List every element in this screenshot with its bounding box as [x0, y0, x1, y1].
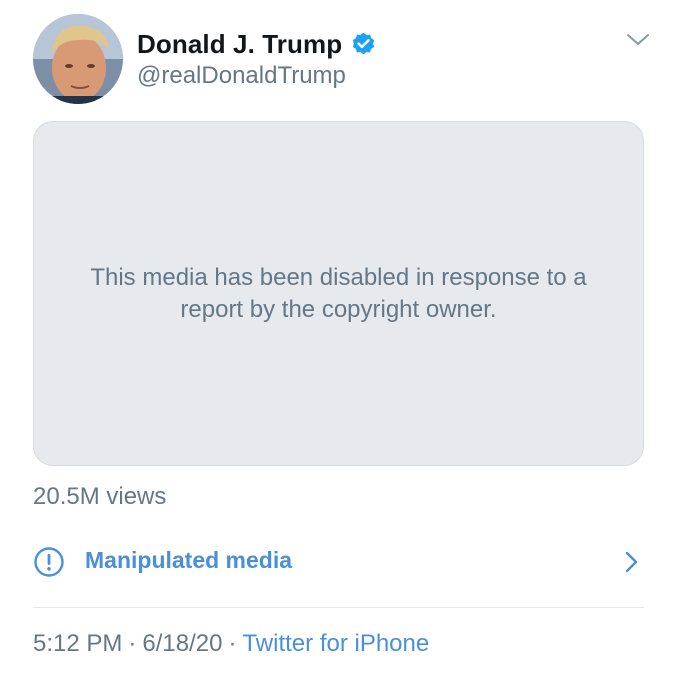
avatar[interactable] — [33, 14, 123, 104]
exclamation-circle-icon — [34, 547, 64, 577]
media-disabled-notice: This media has been disabled in response… — [90, 263, 587, 323]
chevron-right-icon[interactable] — [624, 550, 640, 574]
tweet-meta: 5:12 PM · 6/18/20 · Twitter for iPhone — [33, 630, 429, 658]
display-name[interactable]: Donald J. Trump — [137, 29, 342, 60]
separator: · — [128, 630, 137, 657]
chevron-down-icon[interactable] — [625, 30, 651, 50]
view-count: 20.5M views — [33, 483, 167, 510]
author-name-row[interactable]: Donald J. Trump — [137, 27, 377, 61]
tweet-date[interactable]: 6/18/20 — [142, 630, 222, 657]
divider — [33, 607, 644, 608]
disabled-media-placeholder: This media has been disabled in response… — [33, 121, 644, 466]
manipulated-media-label[interactable]: Manipulated media — [33, 542, 644, 580]
separator: · — [228, 630, 237, 657]
profile-photo — [33, 14, 123, 104]
verified-badge-icon — [350, 31, 377, 58]
tweet-time[interactable]: 5:12 PM — [33, 630, 122, 657]
manipulated-media-text[interactable]: Manipulated media — [85, 547, 292, 574]
author-handle[interactable]: @realDonaldTrump — [137, 62, 346, 90]
tweet-source-link[interactable]: Twitter for iPhone — [242, 630, 429, 657]
